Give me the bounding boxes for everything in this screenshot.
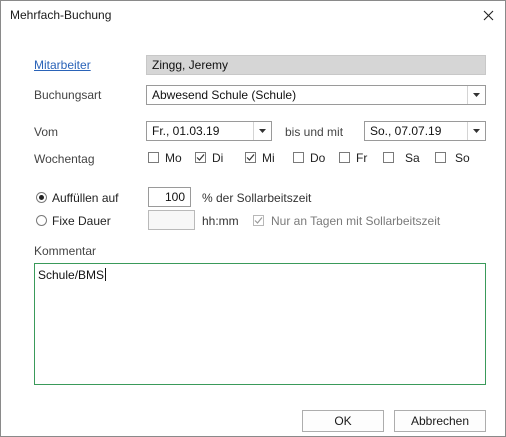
vom-label: Vom bbox=[34, 125, 59, 139]
bis-date-picker[interactable]: So., 07.07.19 bbox=[364, 121, 486, 141]
kommentar-text: Schule/BMS bbox=[38, 268, 105, 282]
weekday-label-sa: Sa bbox=[405, 151, 420, 165]
checkmark-icon bbox=[246, 154, 255, 161]
checkbox-mi[interactable] bbox=[245, 152, 256, 163]
checkbox-so[interactable] bbox=[435, 152, 446, 163]
mitarbeiter-value: Zingg, Jeremy bbox=[152, 58, 229, 72]
buchungsart-label: Buchungsart bbox=[34, 88, 102, 102]
auffuellen-label: Auffüllen auf bbox=[52, 191, 119, 205]
chevron-down-icon bbox=[259, 129, 266, 133]
title-bar: Mehrfach-Buchung bbox=[1, 1, 505, 29]
weekday-label-di: Di bbox=[212, 151, 224, 165]
dialog-window: Mehrfach-Buchung Mitarbeiter Zingg, Jere… bbox=[0, 0, 506, 437]
mitarbeiter-link[interactable]: Mitarbeiter bbox=[34, 58, 91, 72]
cancel-button[interactable]: Abbrechen bbox=[394, 410, 486, 432]
radio-selected-dot bbox=[39, 195, 44, 200]
checkmark-icon bbox=[254, 217, 263, 224]
vom-dropdown-button[interactable] bbox=[253, 122, 271, 140]
wochentag-label: Wochentag bbox=[34, 152, 95, 166]
window-title: Mehrfach-Buchung bbox=[10, 8, 112, 22]
bis-dropdown-button[interactable] bbox=[467, 122, 485, 140]
vom-date-picker[interactable]: Fr., 01.03.19 bbox=[146, 121, 272, 141]
bis-value: So., 07.07.19 bbox=[370, 124, 442, 138]
kommentar-label: Kommentar bbox=[34, 244, 97, 258]
auffuellen-suffix: % der Sollarbeitszeit bbox=[202, 191, 312, 205]
checkbox-sa[interactable] bbox=[383, 152, 394, 163]
checkbox-nur-an-tagen[interactable] bbox=[253, 215, 264, 226]
weekday-label-fr: Fr bbox=[356, 151, 368, 165]
checkbox-do[interactable] bbox=[293, 152, 304, 163]
checkbox-mo[interactable] bbox=[148, 152, 159, 163]
text-cursor bbox=[105, 268, 107, 281]
checkmark-icon bbox=[196, 154, 205, 161]
buchungsart-dropdown-button[interactable] bbox=[467, 86, 485, 104]
fixe-dauer-unit: hh:mm bbox=[202, 214, 239, 228]
checkbox-di[interactable] bbox=[195, 152, 206, 163]
chevron-down-icon bbox=[473, 129, 480, 133]
close-icon bbox=[483, 10, 493, 20]
vom-value: Fr., 01.03.19 bbox=[152, 124, 220, 138]
checkbox-fr[interactable] bbox=[339, 152, 350, 163]
weekday-label-mi: Mi bbox=[262, 151, 275, 165]
bis-label: bis und mit bbox=[285, 125, 344, 139]
radio-fixe-dauer[interactable] bbox=[36, 215, 47, 226]
fixe-dauer-input[interactable] bbox=[148, 210, 195, 230]
mitarbeiter-field: Zingg, Jeremy bbox=[146, 55, 486, 75]
buchungsart-value: Abwesend Schule (Schule) bbox=[152, 88, 297, 102]
close-button[interactable] bbox=[477, 4, 499, 26]
auffuellen-percent-value: 100 bbox=[164, 190, 185, 204]
buchungsart-select[interactable]: Abwesend Schule (Schule) bbox=[146, 85, 486, 105]
chevron-down-icon bbox=[473, 93, 480, 97]
weekday-label-so: So bbox=[455, 151, 470, 165]
radio-auffuellen[interactable] bbox=[36, 192, 47, 203]
auffuellen-percent-input[interactable]: 100 bbox=[148, 187, 191, 207]
weekday-label-do: Do bbox=[310, 151, 326, 165]
fixe-dauer-label: Fixe Dauer bbox=[52, 214, 111, 228]
ok-button[interactable]: OK bbox=[302, 410, 384, 432]
kommentar-textarea[interactable]: Schule/BMS bbox=[34, 263, 486, 385]
weekday-label-mo: Mo bbox=[165, 151, 182, 165]
nur-an-tagen-label: Nur an Tagen mit Sollarbeitszeit bbox=[271, 214, 441, 228]
